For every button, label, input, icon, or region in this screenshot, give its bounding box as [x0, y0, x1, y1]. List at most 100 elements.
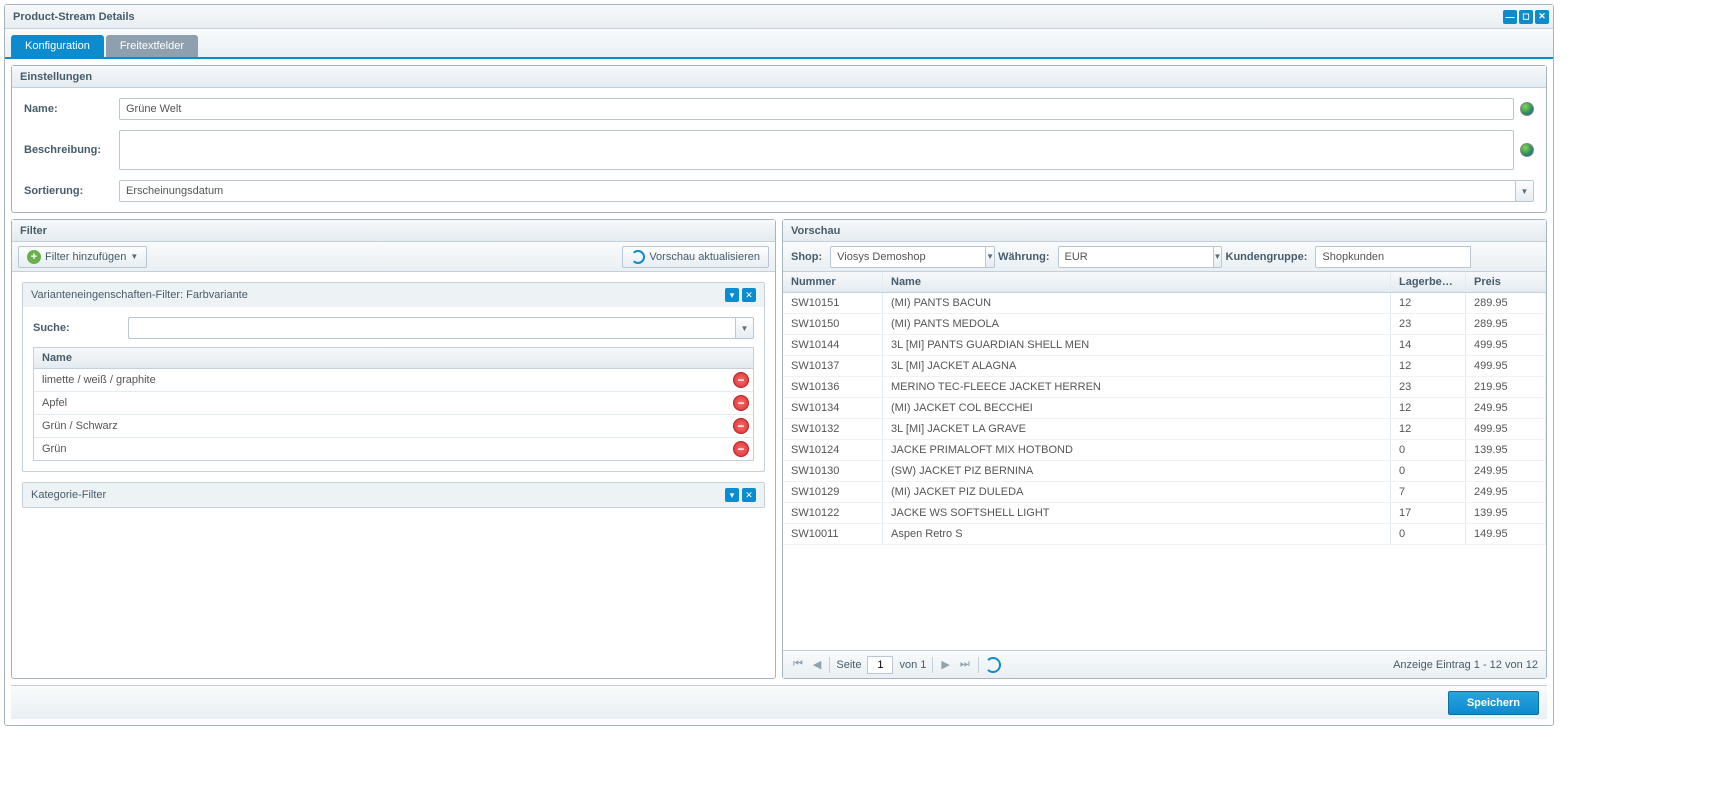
remove-icon[interactable]: − — [733, 395, 749, 411]
variant-filter-title: Varianteneingenschaften-Filter: Farbvari… — [31, 289, 248, 301]
table-row[interactable]: SW101323L [MI] JACKET LA GRAVE12499.95 — [783, 419, 1546, 440]
page-input[interactable] — [867, 656, 893, 674]
chevron-down-icon[interactable]: ▼ — [1214, 246, 1223, 268]
name-input[interactable] — [119, 98, 1514, 120]
shop-combo[interactable] — [830, 246, 986, 268]
close-icon[interactable]: ✕ — [1535, 10, 1549, 24]
refresh-preview-label: Vorschau aktualisieren — [649, 251, 760, 263]
minimize-icon[interactable]: — — [1503, 10, 1517, 24]
chevron-down-icon[interactable]: ▼ — [986, 246, 995, 268]
cell-stock: 12 — [1391, 419, 1466, 439]
desc-label: Beschreibung: — [24, 144, 119, 156]
table-row[interactable]: SW10011Aspen Retro S0149.95 — [783, 524, 1546, 545]
cell-name: (SW) JACKET PIZ BERNINA — [883, 461, 1391, 481]
remove-icon[interactable]: − — [733, 418, 749, 434]
refresh-preview-button[interactable]: Vorschau aktualisieren — [622, 246, 769, 268]
table-row[interactable]: SW101443L [MI] PANTS GUARDIAN SHELL MEN1… — [783, 335, 1546, 356]
page-of-label: von 1 — [899, 659, 926, 671]
prev-page-icon[interactable]: ◀ — [811, 658, 823, 671]
col-num[interactable]: Nummer — [783, 272, 883, 292]
cell-stock: 12 — [1391, 398, 1466, 418]
list-item[interactable]: Grün / Schwarz− — [34, 415, 753, 438]
desc-input[interactable] — [119, 130, 1514, 170]
currency-combo[interactable] — [1058, 246, 1214, 268]
globe-icon[interactable] — [1520, 102, 1534, 116]
cell-price: 289.95 — [1466, 293, 1546, 313]
cell-name: (MI) PANTS BACUN — [883, 293, 1391, 313]
titlebar[interactable]: Product-Stream Details — ◻ ✕ — [5, 5, 1553, 29]
table-row[interactable]: SW101373L [MI] JACKET ALAGNA12499.95 — [783, 356, 1546, 377]
cell-stock: 14 — [1391, 335, 1466, 355]
window: Product-Stream Details — ◻ ✕ Konfigurati… — [4, 4, 1554, 726]
cell-num: SW10150 — [783, 314, 883, 334]
cell-num: SW10134 — [783, 398, 883, 418]
search-combo[interactable] — [128, 317, 736, 339]
globe-icon[interactable] — [1520, 143, 1534, 157]
cell-price: 249.95 — [1466, 482, 1546, 502]
table-row[interactable]: SW10124JACKE PRIMALOFT MIX HOTBOND0139.9… — [783, 440, 1546, 461]
custgroup-combo[interactable] — [1315, 246, 1471, 268]
last-page-icon[interactable]: ⏭ — [958, 658, 972, 671]
list-item-name: limette / weiß / graphite — [42, 374, 733, 386]
preview-head: Vorschau — [783, 220, 1546, 242]
next-page-icon[interactable]: ▶ — [939, 658, 951, 671]
cell-name: (MI) JACKET COL BECCHEI — [883, 398, 1391, 418]
table-row[interactable]: SW10151(MI) PANTS BACUN12289.95 — [783, 293, 1546, 314]
preview-grid: Nummer Name Lagerbesta Preis SW10151(MI)… — [783, 272, 1546, 650]
sort-combo[interactable] — [119, 180, 1516, 202]
table-row[interactable]: SW10122JACKE WS SOFTSHELL LIGHT17139.95 — [783, 503, 1546, 524]
table-row[interactable]: SW10130(SW) JACKET PIZ BERNINA0249.95 — [783, 461, 1546, 482]
add-filter-button[interactable]: + Filter hinzufügen ▼ — [18, 246, 147, 268]
search-label: Suche: — [33, 322, 128, 334]
chevron-down-icon[interactable]: ▼ — [736, 317, 754, 339]
chevron-down-icon[interactable]: ▼ — [1516, 180, 1534, 202]
tab-freetext[interactable]: Freitextfelder — [106, 35, 198, 57]
cell-num: SW10129 — [783, 482, 883, 502]
variant-grid-header: Name — [34, 348, 753, 369]
remove-icon[interactable]: − — [733, 441, 749, 457]
cell-name: Aspen Retro S — [883, 524, 1391, 544]
chevron-down-icon: ▼ — [130, 252, 138, 261]
collapse-icon[interactable]: ▾ — [725, 288, 739, 302]
col-name[interactable]: Name — [883, 272, 1391, 292]
cell-name: JACKE WS SOFTSHELL LIGHT — [883, 503, 1391, 523]
table-row[interactable]: SW10129(MI) JACKET PIZ DULEDA7249.95 — [783, 482, 1546, 503]
list-item[interactable]: Grün− — [34, 438, 753, 460]
cell-num: SW10144 — [783, 335, 883, 355]
save-button[interactable]: Speichern — [1448, 691, 1539, 715]
preview-panel: Vorschau Shop: ▼ Währung: ▼ Kundengruppe… — [782, 219, 1547, 679]
cell-price: 219.95 — [1466, 377, 1546, 397]
cell-num: SW10132 — [783, 419, 883, 439]
settings-panel: Einstellungen Name: Beschreibung: — [11, 65, 1547, 213]
table-row[interactable]: SW10136MERINO TEC-FLEECE JACKET HERREN23… — [783, 377, 1546, 398]
refresh-icon[interactable] — [985, 657, 1001, 673]
close-icon[interactable]: ✕ — [742, 288, 756, 302]
cell-price: 499.95 — [1466, 356, 1546, 376]
list-item-name: Grün / Schwarz — [42, 420, 733, 432]
collapse-icon[interactable]: ▾ — [725, 488, 739, 502]
cell-price: 499.95 — [1466, 335, 1546, 355]
close-icon[interactable]: ✕ — [742, 488, 756, 502]
plus-icon: + — [27, 250, 41, 264]
pager-display: Anzeige Eintrag 1 - 12 von 12 — [1393, 659, 1538, 671]
maximize-icon[interactable]: ◻ — [1519, 10, 1533, 24]
cell-name: 3L [MI] JACKET LA GRAVE — [883, 419, 1391, 439]
cell-name: MERINO TEC-FLEECE JACKET HERREN — [883, 377, 1391, 397]
cell-name: JACKE PRIMALOFT MIX HOTBOND — [883, 440, 1391, 460]
remove-icon[interactable]: − — [733, 372, 749, 388]
table-row[interactable]: SW10134(MI) JACKET COL BECCHEI12249.95 — [783, 398, 1546, 419]
custgroup-label: Kundengruppe: — [1226, 251, 1308, 263]
category-filter-sub: Kategorie-Filter ▾ ✕ — [22, 482, 765, 508]
window-title: Product-Stream Details — [13, 11, 135, 23]
col-stock[interactable]: Lagerbesta — [1391, 272, 1466, 292]
list-item[interactable]: limette / weiß / graphite− — [34, 369, 753, 392]
table-row[interactable]: SW10150(MI) PANTS MEDOLA23289.95 — [783, 314, 1546, 335]
col-price[interactable]: Preis — [1466, 272, 1546, 292]
first-page-icon[interactable]: ⏮ — [791, 658, 805, 671]
cell-num: SW10136 — [783, 377, 883, 397]
variant-grid: Name limette / weiß / graphite−Apfel−Grü… — [33, 347, 754, 461]
name-label: Name: — [24, 103, 119, 115]
list-item[interactable]: Apfel− — [34, 392, 753, 415]
category-filter-title: Kategorie-Filter — [31, 489, 106, 501]
tab-config[interactable]: Konfiguration — [11, 35, 104, 57]
